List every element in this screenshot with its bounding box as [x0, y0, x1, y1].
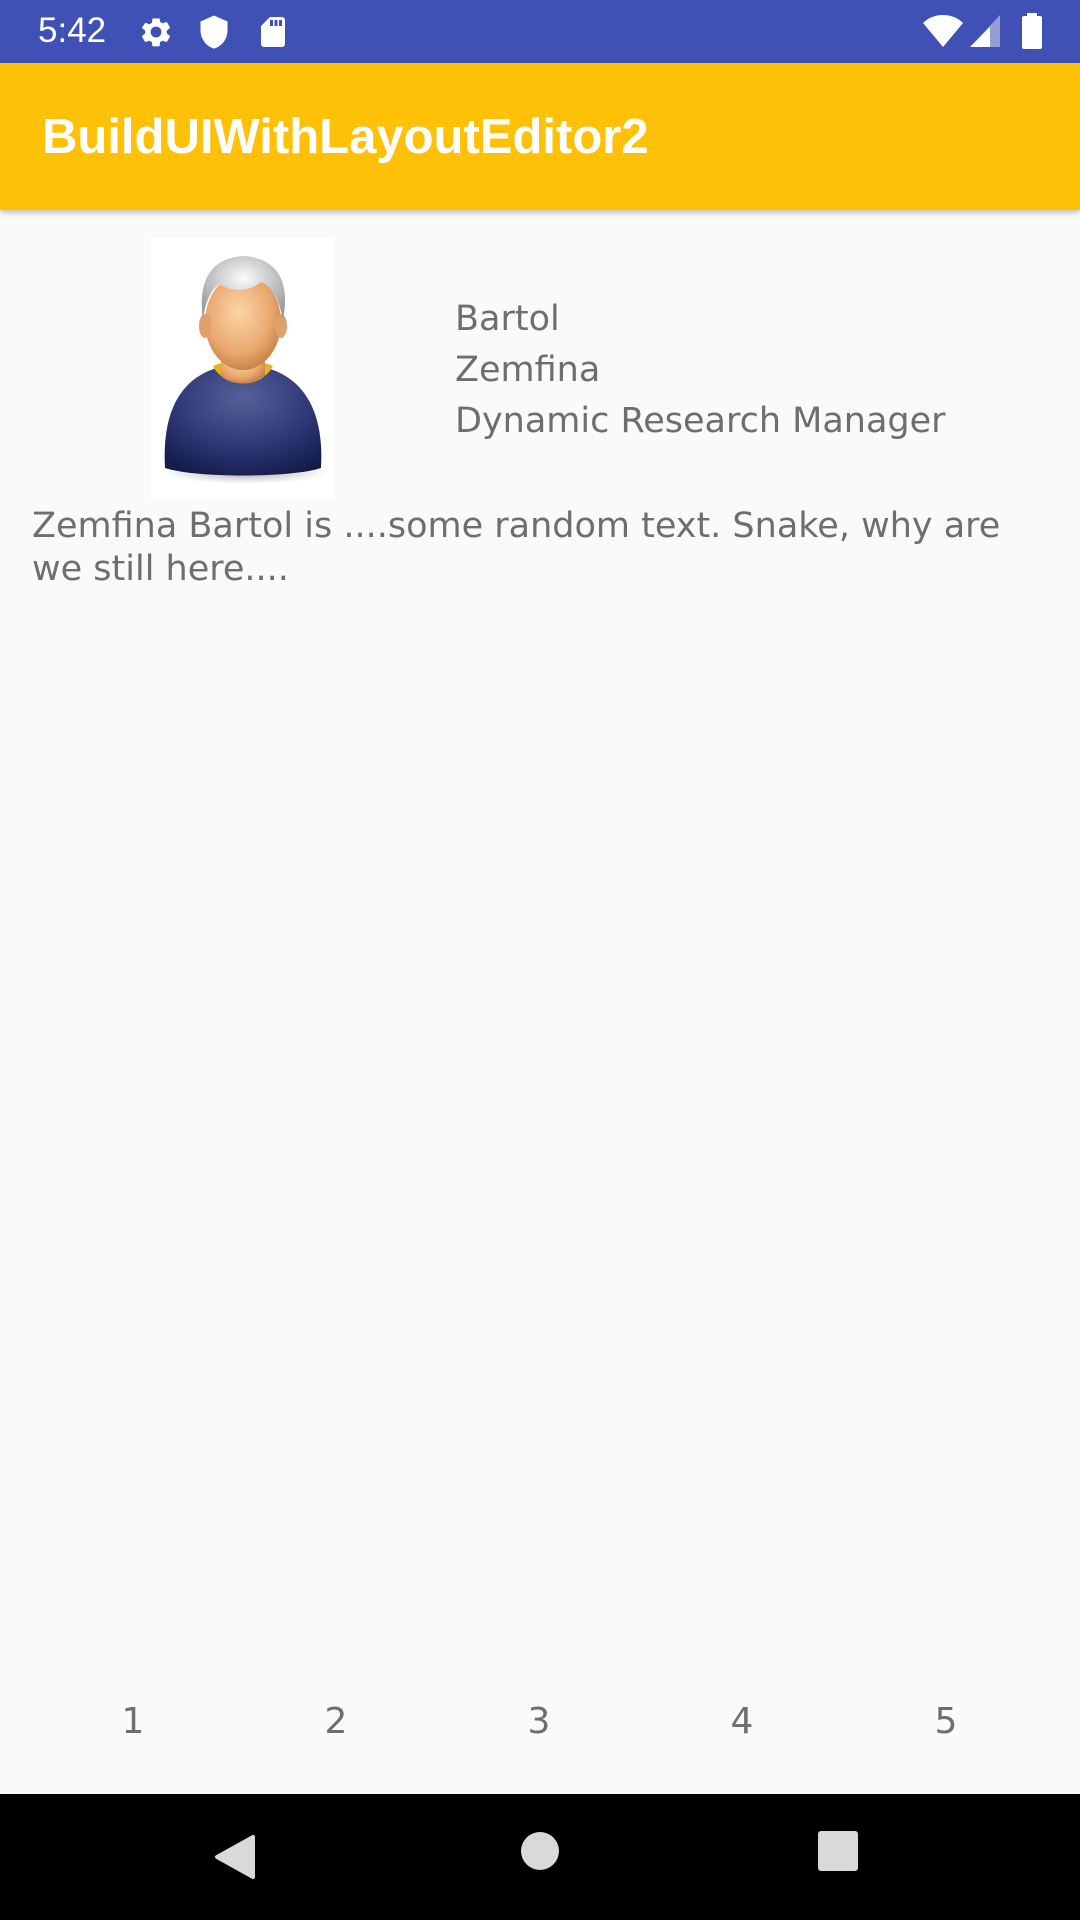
wifi-icon	[922, 13, 964, 53]
tab-1[interactable]: 1	[93, 1698, 173, 1746]
navigation-bar	[0, 1794, 1080, 1920]
home-icon[interactable]	[520, 1831, 560, 1875]
status-bar: 5:42	[0, 0, 1080, 63]
recents-icon[interactable]	[818, 1831, 858, 1875]
first-name-text: Zemfina	[455, 350, 601, 390]
tab-3[interactable]: 3	[499, 1698, 579, 1746]
number-tabs: 1 2 3 4 5	[0, 1698, 1080, 1746]
job-title-text: Dynamic Research Manager	[455, 401, 946, 441]
app-title: BuildUIWithLayoutEditor2	[42, 110, 649, 164]
gear-icon	[138, 14, 174, 54]
cell-signal-icon	[968, 13, 1002, 53]
last-name-text: Bartol	[455, 299, 560, 339]
tab-2[interactable]: 2	[296, 1698, 376, 1746]
app-bar: BuildUIWithLayoutEditor2	[0, 63, 1080, 210]
battery-icon	[1021, 13, 1043, 53]
user-avatar-icon	[151, 256, 334, 503]
tab-4[interactable]: 4	[702, 1698, 782, 1746]
app-screen: 5:42 BuildUIWithLayoutEditor2 Bartol Zem…	[0, 0, 1080, 1920]
status-time: 5:42	[38, 11, 107, 50]
back-icon[interactable]	[213, 1833, 257, 1885]
shield-icon	[196, 14, 232, 54]
avatar	[151, 238, 334, 499]
tab-5[interactable]: 5	[906, 1698, 986, 1746]
sd-card-icon	[255, 14, 291, 54]
description-text: Zemfina Bartol is ....some random text. …	[32, 506, 1001, 589]
